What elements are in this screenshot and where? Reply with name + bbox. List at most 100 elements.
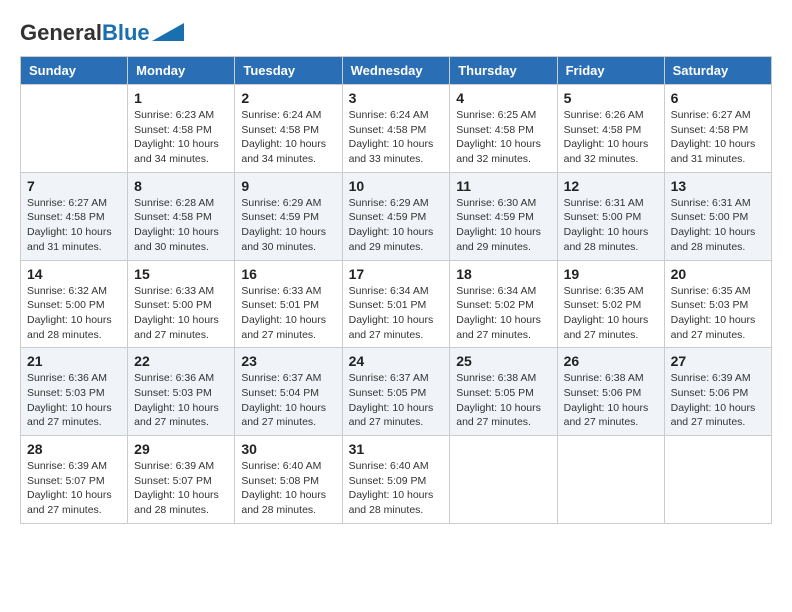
calendar-header-sunday: Sunday — [21, 57, 128, 85]
cell-day-number: 9 — [241, 178, 335, 194]
calendar-cell — [664, 436, 771, 524]
cell-info-text: Sunrise: 6:34 AMSunset: 5:02 PMDaylight:… — [456, 284, 550, 343]
calendar-header-row: SundayMondayTuesdayWednesdayThursdayFrid… — [21, 57, 772, 85]
cell-day-number: 10 — [349, 178, 444, 194]
calendar-header-tuesday: Tuesday — [235, 57, 342, 85]
calendar-cell: 24 Sunrise: 6:37 AMSunset: 5:05 PMDayligh… — [342, 348, 450, 436]
calendar-table: SundayMondayTuesdayWednesdayThursdayFrid… — [20, 56, 772, 524]
cell-day-number: 30 — [241, 441, 335, 457]
calendar-cell: 23 Sunrise: 6:37 AMSunset: 5:04 PMDayligh… — [235, 348, 342, 436]
cell-day-number: 3 — [349, 90, 444, 106]
cell-info-text: Sunrise: 6:34 AMSunset: 5:01 PMDaylight:… — [349, 284, 444, 343]
calendar-cell: 2 Sunrise: 6:24 AMSunset: 4:58 PMDaylight… — [235, 85, 342, 173]
cell-day-number: 21 — [27, 353, 121, 369]
cell-day-number: 23 — [241, 353, 335, 369]
calendar-cell: 16 Sunrise: 6:33 AMSunset: 5:01 PMDayligh… — [235, 260, 342, 348]
calendar-cell — [450, 436, 557, 524]
cell-info-text: Sunrise: 6:28 AMSunset: 4:58 PMDaylight:… — [134, 196, 228, 255]
calendar-cell: 8 Sunrise: 6:28 AMSunset: 4:58 PMDaylight… — [128, 172, 235, 260]
calendar-cell: 10 Sunrise: 6:29 AMSunset: 4:59 PMDayligh… — [342, 172, 450, 260]
cell-day-number: 27 — [671, 353, 765, 369]
cell-info-text: Sunrise: 6:36 AMSunset: 5:03 PMDaylight:… — [27, 371, 121, 430]
cell-info-text: Sunrise: 6:27 AMSunset: 4:58 PMDaylight:… — [27, 196, 121, 255]
cell-info-text: Sunrise: 6:30 AMSunset: 4:59 PMDaylight:… — [456, 196, 550, 255]
cell-info-text: Sunrise: 6:36 AMSunset: 5:03 PMDaylight:… — [134, 371, 228, 430]
cell-info-text: Sunrise: 6:38 AMSunset: 5:05 PMDaylight:… — [456, 371, 550, 430]
calendar-header-wednesday: Wednesday — [342, 57, 450, 85]
cell-info-text: Sunrise: 6:40 AMSunset: 5:09 PMDaylight:… — [349, 459, 444, 518]
cell-info-text: Sunrise: 6:29 AMSunset: 4:59 PMDaylight:… — [349, 196, 444, 255]
cell-day-number: 31 — [349, 441, 444, 457]
cell-day-number: 4 — [456, 90, 550, 106]
cell-day-number: 26 — [564, 353, 658, 369]
cell-day-number: 17 — [349, 266, 444, 282]
cell-info-text: Sunrise: 6:24 AMSunset: 4:58 PMDaylight:… — [241, 108, 335, 167]
cell-day-number: 8 — [134, 178, 228, 194]
calendar-cell: 30 Sunrise: 6:40 AMSunset: 5:08 PMDayligh… — [235, 436, 342, 524]
cell-day-number: 5 — [564, 90, 658, 106]
cell-day-number: 28 — [27, 441, 121, 457]
calendar-cell: 15 Sunrise: 6:33 AMSunset: 5:00 PMDayligh… — [128, 260, 235, 348]
calendar-week-1: 1 Sunrise: 6:23 AMSunset: 4:58 PMDaylight… — [21, 85, 772, 173]
calendar-header-friday: Friday — [557, 57, 664, 85]
calendar-cell: 18Sunrise: 6:34 AMSunset: 5:02 PMDayligh… — [450, 260, 557, 348]
calendar-cell: 20 Sunrise: 6:35 AMSunset: 5:03 PMDayligh… — [664, 260, 771, 348]
cell-day-number: 24 — [349, 353, 444, 369]
cell-day-number: 20 — [671, 266, 765, 282]
calendar-cell: 12 Sunrise: 6:31 AMSunset: 5:00 PMDayligh… — [557, 172, 664, 260]
calendar-cell: 9 Sunrise: 6:29 AMSunset: 4:59 PMDaylight… — [235, 172, 342, 260]
calendar-cell: 17 Sunrise: 6:34 AMSunset: 5:01 PMDayligh… — [342, 260, 450, 348]
cell-day-number: 11 — [456, 178, 550, 194]
logo: GeneralBlue — [20, 20, 184, 46]
cell-info-text: Sunrise: 6:26 AMSunset: 4:58 PMDaylight:… — [564, 108, 658, 167]
cell-info-text: Sunrise: 6:24 AMSunset: 4:58 PMDaylight:… — [349, 108, 444, 167]
calendar-cell: 26Sunrise: 6:38 AMSunset: 5:06 PMDayligh… — [557, 348, 664, 436]
cell-info-text: Sunrise: 6:31 AMSunset: 5:00 PMDaylight:… — [671, 196, 765, 255]
cell-info-text: Sunrise: 6:27 AMSunset: 4:58 PMDaylight:… — [671, 108, 765, 167]
cell-info-text: Sunrise: 6:29 AMSunset: 4:59 PMDaylight:… — [241, 196, 335, 255]
cell-day-number: 16 — [241, 266, 335, 282]
cell-day-number: 15 — [134, 266, 228, 282]
cell-info-text: Sunrise: 6:35 AMSunset: 5:02 PMDaylight:… — [564, 284, 658, 343]
cell-day-number: 2 — [241, 90, 335, 106]
calendar-cell: 28 Sunrise: 6:39 AMSunset: 5:07 PMDayligh… — [21, 436, 128, 524]
cell-day-number: 13 — [671, 178, 765, 194]
cell-info-text: Sunrise: 6:33 AMSunset: 5:01 PMDaylight:… — [241, 284, 335, 343]
cell-info-text: Sunrise: 6:35 AMSunset: 5:03 PMDaylight:… — [671, 284, 765, 343]
calendar-cell — [557, 436, 664, 524]
cell-day-number: 19 — [564, 266, 658, 282]
calendar-cell: 3 Sunrise: 6:24 AMSunset: 4:58 PMDaylight… — [342, 85, 450, 173]
cell-info-text: Sunrise: 6:39 AMSunset: 5:07 PMDaylight:… — [27, 459, 121, 518]
calendar-week-4: 21 Sunrise: 6:36 AMSunset: 5:03 PMDayligh… — [21, 348, 772, 436]
calendar-cell: 13 Sunrise: 6:31 AMSunset: 5:00 PMDayligh… — [664, 172, 771, 260]
cell-day-number: 12 — [564, 178, 658, 194]
cell-info-text: Sunrise: 6:23 AMSunset: 4:58 PMDaylight:… — [134, 108, 228, 167]
calendar-cell: 21 Sunrise: 6:36 AMSunset: 5:03 PMDayligh… — [21, 348, 128, 436]
calendar-cell: 29 Sunrise: 6:39 AMSunset: 5:07 PMDayligh… — [128, 436, 235, 524]
cell-info-text: Sunrise: 6:39 AMSunset: 5:07 PMDaylight:… — [134, 459, 228, 518]
calendar-cell: 31 Sunrise: 6:40 AMSunset: 5:09 PMDayligh… — [342, 436, 450, 524]
calendar-week-3: 14Sunrise: 6:32 AMSunset: 5:00 PMDayligh… — [21, 260, 772, 348]
calendar-cell: 25Sunrise: 6:38 AMSunset: 5:05 PMDayligh… — [450, 348, 557, 436]
cell-day-number: 29 — [134, 441, 228, 457]
cell-day-number: 1 — [134, 90, 228, 106]
page-header: GeneralBlue — [20, 20, 772, 46]
calendar-cell: 27 Sunrise: 6:39 AMSunset: 5:06 PMDayligh… — [664, 348, 771, 436]
cell-info-text: Sunrise: 6:33 AMSunset: 5:00 PMDaylight:… — [134, 284, 228, 343]
cell-info-text: Sunrise: 6:31 AMSunset: 5:00 PMDaylight:… — [564, 196, 658, 255]
cell-info-text: Sunrise: 6:32 AMSunset: 5:00 PMDaylight:… — [27, 284, 121, 343]
calendar-header-monday: Monday — [128, 57, 235, 85]
cell-info-text: Sunrise: 6:37 AMSunset: 5:04 PMDaylight:… — [241, 371, 335, 430]
logo-text: GeneralBlue — [20, 20, 150, 46]
calendar-week-5: 28 Sunrise: 6:39 AMSunset: 5:07 PMDayligh… — [21, 436, 772, 524]
cell-day-number: 22 — [134, 353, 228, 369]
logo-icon — [152, 23, 184, 41]
calendar-cell: 7Sunrise: 6:27 AMSunset: 4:58 PMDaylight… — [21, 172, 128, 260]
calendar-cell — [21, 85, 128, 173]
calendar-header-saturday: Saturday — [664, 57, 771, 85]
cell-info-text: Sunrise: 6:40 AMSunset: 5:08 PMDaylight:… — [241, 459, 335, 518]
calendar-week-2: 7Sunrise: 6:27 AMSunset: 4:58 PMDaylight… — [21, 172, 772, 260]
cell-info-text: Sunrise: 6:39 AMSunset: 5:06 PMDaylight:… — [671, 371, 765, 430]
calendar-cell: 5 Sunrise: 6:26 AMSunset: 4:58 PMDaylight… — [557, 85, 664, 173]
cell-info-text: Sunrise: 6:37 AMSunset: 5:05 PMDaylight:… — [349, 371, 444, 430]
